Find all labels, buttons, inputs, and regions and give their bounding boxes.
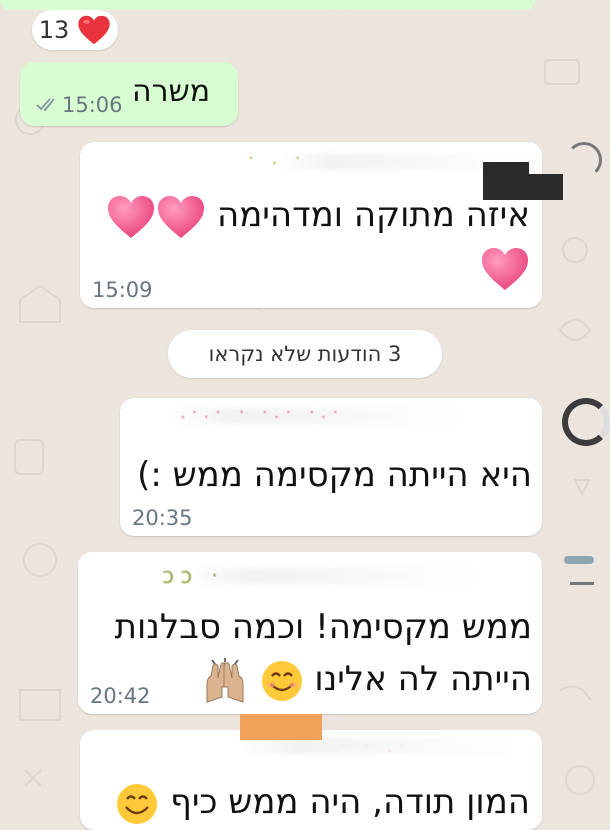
read-ticks-icon [36, 98, 55, 112]
heart-icon [158, 195, 205, 238]
heart-icon [482, 247, 528, 290]
heart-icon [108, 195, 155, 238]
outgoing-message[interactable]: משרה 15:06 [20, 62, 238, 126]
reaction-count: 13 [38, 16, 70, 44]
message-time: 20:42 [90, 684, 151, 708]
incoming-message[interactable]: · · .· המון תודה, היה ממש כיף [80, 714, 542, 830]
incoming-message[interactable]: .·.· · ·.· ·.· היא הייתה מקסימה ממש :) 2… [120, 398, 542, 536]
incoming-message[interactable]: ɔɔ · ממש מקסימה! וכמה סבלנות הייתה לה אל… [78, 552, 542, 714]
message-text: משרה [132, 74, 211, 109]
message-text: המון תודה, היה ממש כיף [170, 782, 530, 822]
previous-outgoing-bubble[interactable] [0, 0, 535, 10]
message-time: 15:06 [62, 93, 123, 117]
reaction-pill[interactable]: 13 [32, 10, 118, 50]
message-text-line1: ממש מקסימה! וכמה סבלנות [114, 607, 532, 647]
raising-hands-icon [206, 657, 244, 703]
message-time: 15:09 [92, 278, 153, 302]
message-time: 20:35 [132, 506, 193, 530]
smiling-face-icon [117, 783, 158, 824]
message-text: היא הייתה מקסימה ממש :) [137, 455, 532, 495]
message-text-line2: הייתה לה אלינו [314, 659, 532, 699]
incoming-message[interactable]: · . · איזה מתוקה ומדהימה 15:09 [80, 142, 542, 308]
smiling-face-icon [261, 660, 302, 701]
message-text: איזה מתוקה ומדהימה [100, 190, 530, 240]
unread-messages-divider: 3 הודעות שלא נקראו [168, 330, 442, 378]
heart-icon [78, 15, 110, 45]
